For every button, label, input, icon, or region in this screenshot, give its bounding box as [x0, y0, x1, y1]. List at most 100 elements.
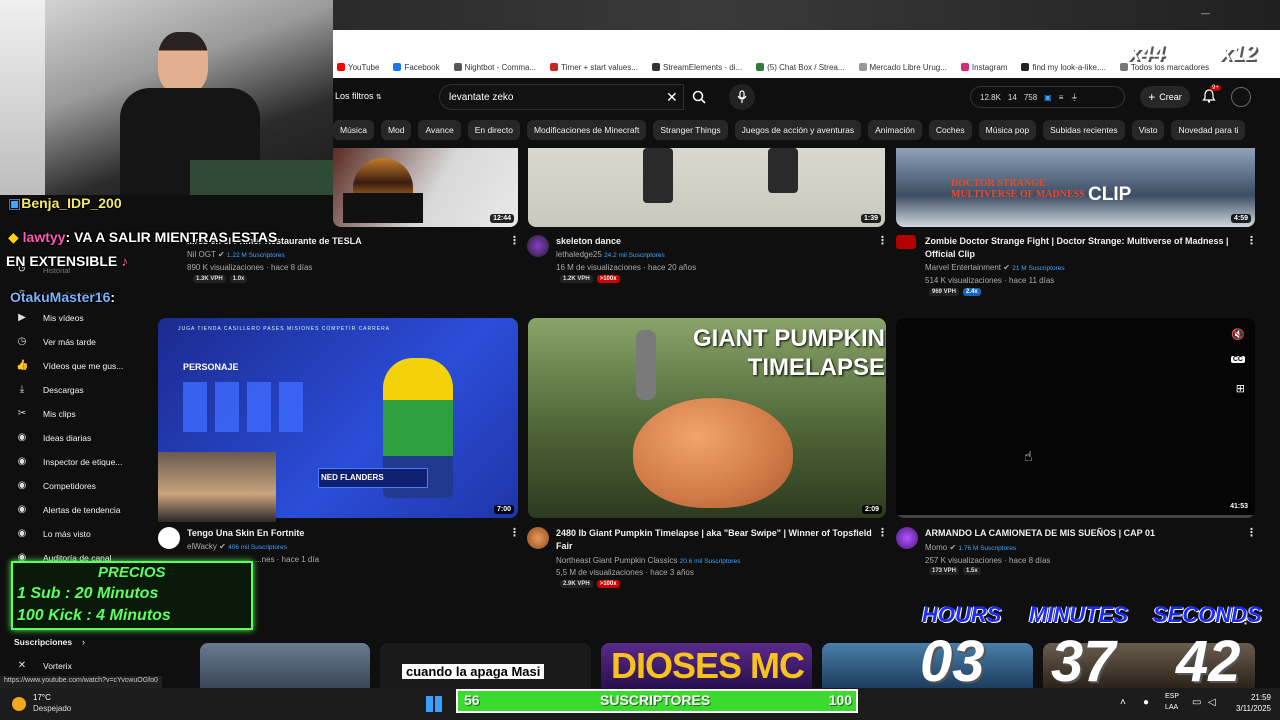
- filter-chip[interactable]: Juegos de acción y aventuras: [734, 120, 862, 140]
- more-options-icon[interactable]: ⋮: [509, 234, 520, 247]
- sidebar-item[interactable]: ◉ Competidores: [0, 476, 158, 496]
- video-thumbnail[interactable]: GIANT PUMPKIN TIMELAPSE 2:09: [528, 318, 886, 518]
- filter-chip[interactable]: Avance: [418, 120, 461, 140]
- more-options-icon[interactable]: ⋮: [877, 234, 888, 247]
- channel-name[interactable]: Momo ✔ 1.76 M Suscriptores: [925, 543, 1016, 552]
- sidebar-item[interactable]: ◉ Ideas diarias: [0, 428, 158, 448]
- account-avatar[interactable]: [1231, 87, 1251, 107]
- sidebar-item[interactable]: ▶ Mis vídeos: [0, 308, 158, 328]
- video-tags: 1.2K VPH >100x: [560, 275, 620, 283]
- sidebar-item[interactable]: 👍 Vídeos que me gus...: [0, 356, 158, 376]
- sidebar-item[interactable]: ✂ Mis clips: [0, 404, 158, 424]
- network-icon[interactable]: ▭: [1192, 697, 1201, 708]
- video-thumbnail[interactable]: DIOSES MC: [601, 643, 812, 688]
- list-icon[interactable]: ≡: [1059, 93, 1064, 102]
- overlay-x44: x44: [1128, 40, 1165, 65]
- more-options-icon[interactable]: ⋮: [509, 526, 520, 539]
- channel-avatar[interactable]: [896, 527, 918, 549]
- bookmark-item[interactable]: StreamElements - di...: [652, 63, 742, 72]
- sidebar-item[interactable]: ◉ Inspector de etique...: [0, 452, 158, 472]
- bookmark-item[interactable]: (5) Chat Box / Strea...: [756, 63, 845, 72]
- filter-chip[interactable]: Mod: [380, 120, 412, 140]
- language-code[interactable]: ESP: [1165, 693, 1179, 700]
- bookmark-item[interactable]: Mercado Libre Urug...: [858, 63, 947, 72]
- filter-chip[interactable]: Música pop: [978, 120, 1037, 140]
- sidebar-item-vorterix[interactable]: ✕ Vorterix: [0, 656, 158, 676]
- extension-stats[interactable]: 12.8K 14 758 ▣ ≡ ⏚: [970, 86, 1125, 108]
- channel-avatar[interactable]: [527, 527, 549, 549]
- extension-icon[interactable]: ▣: [1044, 93, 1052, 102]
- channel-avatar[interactable]: [896, 235, 916, 249]
- captions-icon[interactable]: CC: [1230, 356, 1245, 363]
- search-button[interactable]: [686, 84, 712, 110]
- more-options-icon[interactable]: ⋮: [1246, 234, 1257, 247]
- video-title[interactable]: ARMANDO LA CAMIONETA DE MIS SUEÑOS | CAP…: [925, 527, 1235, 540]
- weather-temp[interactable]: 17°C: [33, 693, 51, 702]
- add-to-queue-icon[interactable]: ⊞: [1236, 382, 1245, 395]
- channel-name[interactable]: Marvel Entertainment ✔ 21 M Suscriptores: [925, 263, 1065, 272]
- sidebar-item[interactable]: ◉ Alertas de tendencia: [0, 500, 158, 520]
- tray-chevron-icon[interactable]: ˄: [1120, 697, 1126, 708]
- weather-desc[interactable]: Despejado: [33, 704, 71, 713]
- language-layout[interactable]: LAA: [1165, 704, 1178, 711]
- video-preview-player[interactable]: 🔇 CC ⊞ 41:53: [896, 318, 1255, 518]
- voice-search-button[interactable]: [729, 84, 755, 110]
- filter-chip[interactable]: Animación: [868, 120, 922, 140]
- channel-name[interactable]: lethaledge25 24.2 mil Suscriptores: [556, 250, 665, 259]
- filters-button[interactable]: Los filtros ⇅: [335, 91, 382, 101]
- chat-message: OtakuMaster16:: [10, 289, 115, 305]
- video-title[interactable]: skeleton dance: [556, 235, 866, 248]
- filter-chip[interactable]: En directo: [467, 120, 520, 140]
- video-thumbnail[interactable]: 1:39: [528, 148, 885, 227]
- volume-icon[interactable]: ◁: [1208, 697, 1216, 708]
- more-options-icon[interactable]: ⋮: [877, 526, 888, 539]
- video-meta: 5,5 M de visualizaciones · hace 3 años: [556, 568, 694, 577]
- progress-bar[interactable]: [896, 515, 1255, 518]
- video-meta: 257 K visualizaciones · hace 8 días: [925, 556, 1051, 565]
- video-title[interactable]: 2480 lb Giant Pumpkin Timelapse | aka "B…: [556, 527, 874, 553]
- bookmark-item[interactable]: find my look-a-like,...: [1021, 63, 1106, 72]
- sidebar-item[interactable]: ◷ Ver más tarde: [0, 332, 158, 352]
- filter-icon[interactable]: ⏚: [1070, 92, 1078, 103]
- sidebar-item[interactable]: ⤓ Descargas: [0, 380, 158, 400]
- filter-chip[interactable]: Subidas recientes: [1043, 120, 1125, 140]
- filter-chip[interactable]: Novedad para ti: [1171, 120, 1246, 140]
- channel-name[interactable]: Northeast Giant Pumpkin Classics 20.6 mi…: [556, 556, 740, 565]
- bookmark-item[interactable]: Instagram: [960, 63, 1007, 72]
- video-thumbnail[interactable]: [200, 643, 370, 688]
- mute-icon[interactable]: 🔇: [1231, 328, 1245, 341]
- filter-chip[interactable]: Modificaciones de Minecraft: [526, 120, 647, 140]
- bookmark-item[interactable]: Nightbot - Comma...: [453, 63, 536, 72]
- sidebar-item[interactable]: ◉ Lo más visto: [0, 524, 158, 544]
- filter-chip[interactable]: Stranger Things: [653, 120, 728, 140]
- create-button[interactable]: + Crear: [1140, 86, 1190, 108]
- channel-avatar[interactable]: [158, 527, 180, 549]
- weather-icon: [12, 697, 26, 711]
- video-title[interactable]: Zombie Doctor Strange Fight | Doctor Str…: [925, 235, 1235, 261]
- more-options-icon[interactable]: ⋮: [1246, 526, 1257, 539]
- windows-start-icon[interactable]: [426, 696, 442, 712]
- filter-chip[interactable]: Coches: [928, 120, 972, 140]
- clock-time[interactable]: 21:59: [1221, 693, 1271, 702]
- video-meta: 514 K visualizaciones · hace 11 días: [925, 276, 1055, 285]
- channel-avatar[interactable]: [527, 235, 549, 257]
- video-meta: 16 M de visualizaciones · hace 20 años: [556, 263, 697, 272]
- filter-chip[interactable]: Visto: [1131, 120, 1165, 140]
- video-title[interactable]: Tengo Una Skin En Fortnite: [187, 527, 497, 540]
- sidebar-item-subscriptions[interactable]: Suscripciones ›: [0, 632, 158, 652]
- filter-chip[interactable]: Música: [333, 120, 374, 140]
- bookmark-item[interactable]: Timer + start values...: [550, 63, 638, 72]
- video-thumbnail[interactable]: 12:44: [333, 148, 518, 227]
- channel-name[interactable]: elWacky ✔ 406 mil Suscriptores: [187, 542, 287, 551]
- video-thumbnail[interactable]: cuando la apaga Masi: [380, 643, 591, 688]
- clock-date[interactable]: 3/11/2025: [1221, 704, 1271, 713]
- video-thumbnail[interactable]: DOCTOR STRANGE MULTIVERSE OF MADNESS CLIP…: [896, 148, 1255, 227]
- trend-alerts-icon: ◉: [17, 504, 27, 515]
- minimize-icon[interactable]: —: [1201, 8, 1210, 18]
- channel-name[interactable]: Nil OGT ✔ 1.22 M Suscriptores: [187, 250, 285, 259]
- tray-mic-icon[interactable]: ●: [1143, 697, 1149, 708]
- search-input[interactable]: levantate zeko: [439, 84, 684, 110]
- bookmark-item[interactable]: YouTube: [337, 63, 379, 72]
- bookmark-item[interactable]: Facebook: [393, 63, 440, 72]
- clear-search-icon[interactable]: ✕: [666, 89, 678, 106]
